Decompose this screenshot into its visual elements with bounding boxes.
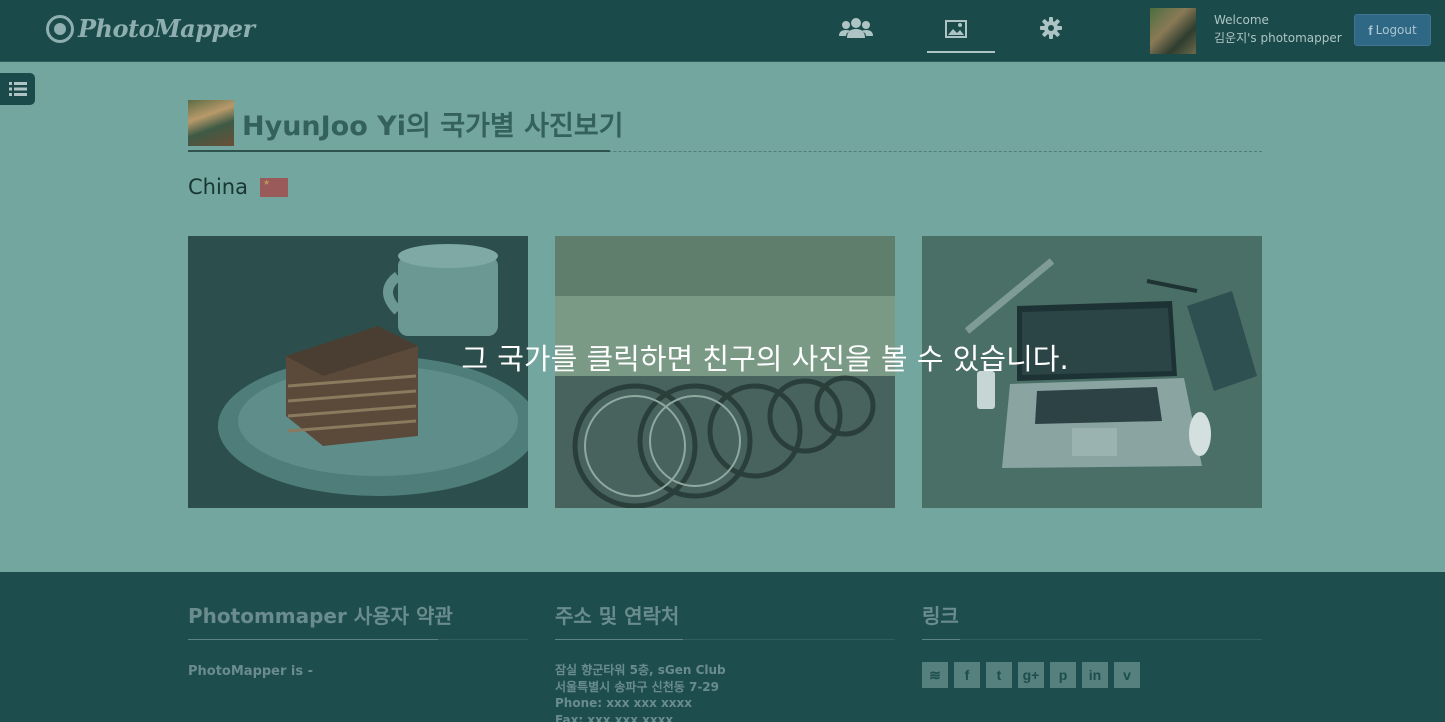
footer-heading-text: Photommaper 사용자 약관 (188, 604, 453, 628)
footer-terms-text: PhotoMapper is - (188, 664, 314, 679)
list-icon (8, 82, 27, 96)
page-title: HyunJoo Yi의 국가별 사진보기 (242, 111, 624, 142)
footer-heading: Photommaper 사용자 약관 (188, 600, 528, 640)
welcome-line: Welcome (1214, 13, 1269, 27)
logo-text: PhotoMapper (78, 14, 255, 43)
logo[interactable]: PhotoMapper (46, 14, 255, 43)
country-name: China (188, 175, 248, 199)
footer: Photommaper 사용자 약관 PhotoMapper is - 주소 및… (0, 572, 1445, 722)
footer-heading-text: 링크 (922, 604, 959, 628)
address-line-1: 잠실 향군타워 5층, sGen Club (555, 663, 726, 677)
heading-accent-line (922, 639, 960, 640)
pinterest-icon[interactable]: p (1050, 662, 1076, 688)
friend-avatar (188, 100, 234, 146)
footer-links-column: 링크 ≋ f t g+ p in v (922, 600, 1262, 688)
vimeo-icon[interactable]: v (1114, 662, 1140, 688)
logout-button[interactable]: f Logout (1354, 14, 1431, 46)
image-icon (945, 20, 967, 38)
welcome-text: Welcome 김운지's photomapper (1214, 11, 1342, 47)
title-underline (188, 150, 610, 152)
users-icon (839, 18, 873, 38)
phone-number: Phone: xxx xxx xxxx (555, 696, 692, 710)
rss-icon[interactable]: ≋ (922, 662, 948, 688)
nav-photos[interactable] (944, 17, 968, 47)
facebook-icon: f (1368, 22, 1373, 38)
footer-heading-text: 주소 및 연락처 (555, 604, 680, 628)
aperture-icon (46, 14, 74, 43)
heading-accent-line (188, 639, 438, 640)
gear-icon (1040, 17, 1062, 39)
contact-details: 잠실 향군타워 5층, sGen Club 서울특별시 송파구 신천동 7-29… (555, 662, 895, 722)
footer-heading: 주소 및 연락처 (555, 600, 895, 640)
twitter-icon[interactable]: t (986, 662, 1012, 688)
country-heading[interactable]: China (188, 175, 288, 199)
nav-active-indicator (927, 51, 995, 53)
heading-accent-line (555, 639, 683, 640)
footer-heading: 링크 (922, 600, 1262, 640)
address-line-2: 서울특별시 송파구 신천동 7-29 (555, 679, 720, 694)
sidebar-toggle-button[interactable] (0, 73, 35, 105)
linkedin-icon[interactable]: in (1082, 662, 1108, 688)
social-links: ≋ f t g+ p in v (922, 662, 1262, 688)
google-plus-icon[interactable]: g+ (1018, 662, 1044, 688)
username-line: 김운지's photomapper (1214, 31, 1342, 45)
footer-contact-column: 주소 및 연락처 잠실 향군타워 5층, sGen Club 서울특별시 송파구… (555, 600, 895, 722)
facebook-icon[interactable]: f (954, 662, 980, 688)
page-header: HyunJoo Yi의 국가별 사진보기 (188, 100, 1262, 152)
top-navbar: PhotoMapper Welcome 김운지's photomapper f … (0, 0, 1445, 62)
china-flag-icon (260, 177, 288, 197)
fax-number: Fax: xxx xxx xxxx (555, 712, 674, 722)
logout-label: Logout (1375, 23, 1417, 37)
user-avatar[interactable] (1150, 8, 1196, 54)
overlay-hint-message: 그 국가를 클릭하면 친구의 사진을 볼 수 있습니다. (461, 342, 1069, 376)
nav-friends[interactable] (838, 17, 874, 47)
nav-settings[interactable] (1039, 17, 1063, 47)
footer-terms-column: Photommaper 사용자 약관 PhotoMapper is - (188, 600, 528, 679)
